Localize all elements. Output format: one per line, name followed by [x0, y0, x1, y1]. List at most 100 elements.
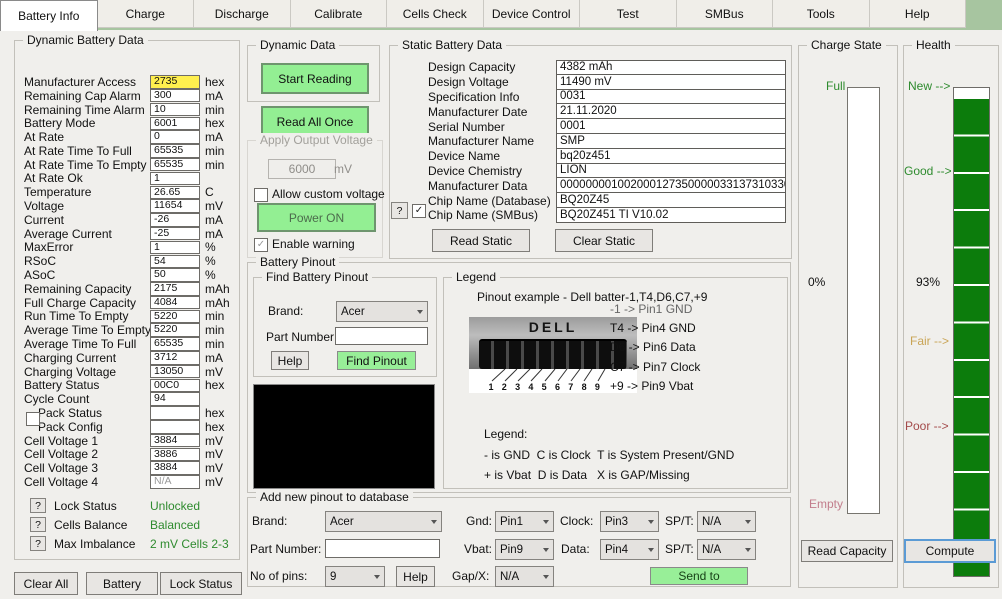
- no-of-pins-select[interactable]: 9: [325, 566, 385, 587]
- lock-status-help-button[interactable]: ?: [30, 498, 46, 513]
- manufacturer-name-input[interactable]: SMP: [556, 133, 786, 149]
- manufacturer-data-input[interactable]: 0000000010020001273500000331373103303: [556, 177, 786, 193]
- row-manufacturer-date: Manufacturer Date21.11.2020: [428, 104, 786, 119]
- clear-static-button[interactable]: Clear Static: [555, 229, 653, 252]
- tab-calibrate[interactable]: Calibrate: [291, 0, 388, 28]
- field-unit: hex: [200, 406, 224, 420]
- add-part-number-input[interactable]: [325, 539, 440, 558]
- max-imbalance-help-button[interactable]: ?: [30, 536, 46, 551]
- lock-status-button[interactable]: Lock Status: [160, 572, 242, 595]
- at-rate-time-to-full-input[interactable]: 65535: [150, 144, 200, 158]
- design-voltage-input[interactable]: 11490 mV: [556, 74, 786, 90]
- pin-number: 7: [566, 382, 576, 392]
- add-brand-select[interactable]: Acer: [325, 511, 442, 532]
- average-current-input[interactable]: -25: [150, 227, 200, 241]
- charging-voltage-input[interactable]: 13050: [150, 365, 200, 379]
- spt2-select[interactable]: N/A: [697, 539, 756, 560]
- run-time-to-empty-input[interactable]: 5220: [150, 310, 200, 324]
- tab-test[interactable]: Test: [580, 0, 677, 28]
- pack-status-input[interactable]: [150, 406, 200, 420]
- manufacturer-date-input[interactable]: 21.11.2020: [556, 103, 786, 119]
- vbat-select[interactable]: Pin9: [495, 539, 554, 560]
- remaining-cap-alarm-input[interactable]: 300: [150, 89, 200, 103]
- read-capacity-button[interactable]: Read Capacity: [801, 540, 893, 562]
- data-select[interactable]: Pin4: [600, 539, 659, 560]
- tab-discharge[interactable]: Discharge: [194, 0, 291, 28]
- find-pinout-button[interactable]: Find Pinout: [337, 351, 416, 370]
- manufacturer-access-input[interactable]: 2735: [150, 75, 200, 89]
- cycle-count-input[interactable]: 94: [150, 392, 200, 406]
- gap-x-select[interactable]: N/A: [495, 566, 554, 587]
- find-part-number-input[interactable]: [335, 327, 428, 345]
- clear-all-button[interactable]: Clear All: [14, 572, 78, 595]
- tab-help[interactable]: Help: [870, 0, 967, 28]
- average-time-to-full-input[interactable]: 65535: [150, 337, 200, 351]
- pack-config-input[interactable]: [150, 420, 200, 434]
- at-rate-ok-input[interactable]: 1: [150, 172, 200, 186]
- field-label: Serial Number: [428, 119, 556, 134]
- remaining-time-alarm-input[interactable]: 10: [150, 103, 200, 117]
- current-input[interactable]: -26: [150, 213, 200, 227]
- field-label: Average Time To Empty: [24, 323, 150, 337]
- maxerror-input[interactable]: 1: [150, 241, 200, 255]
- tab-device-control[interactable]: Device Control: [484, 0, 581, 28]
- allow-custom-voltage-checkbox[interactable]: [254, 188, 268, 202]
- device-name-input[interactable]: bq20z451: [556, 148, 786, 164]
- row-current: Current-26mA: [24, 213, 228, 227]
- enable-warning-label: Enable warning: [272, 237, 355, 251]
- send-to-button[interactable]: Send to: [650, 567, 748, 585]
- voltage-input[interactable]: 11654: [150, 199, 200, 213]
- field-label: At Rate: [24, 130, 150, 144]
- field-unit: %: [200, 240, 216, 254]
- temperature-input[interactable]: 26.65: [150, 186, 200, 200]
- serial-number-input[interactable]: 0001: [556, 118, 786, 134]
- tab-charge[interactable]: Charge: [98, 0, 195, 28]
- field-label: Manufacturer Data: [428, 178, 556, 193]
- enable-warning-checkbox[interactable]: [254, 238, 268, 252]
- clock-select[interactable]: Pin3: [600, 511, 659, 532]
- at-rate-input[interactable]: 0: [150, 130, 200, 144]
- cell-voltage-1-input[interactable]: 3884: [150, 434, 200, 448]
- power-on-button[interactable]: Power ON: [257, 203, 376, 232]
- remaining-capacity-input[interactable]: 2175: [150, 282, 200, 296]
- chevron-down-icon: [417, 310, 423, 314]
- gnd-select[interactable]: Pin1: [495, 511, 554, 532]
- find-brand-select[interactable]: Acer: [336, 301, 428, 322]
- chip-name-smbus-input[interactable]: BQ20Z451 TI V10.02: [556, 207, 786, 223]
- full-charge-capacity-input[interactable]: 4084: [150, 296, 200, 310]
- pack-status-checkbox[interactable]: [26, 412, 40, 426]
- average-time-to-empty-input[interactable]: 5220: [150, 323, 200, 337]
- chip-name-smbus-checkbox[interactable]: [412, 204, 426, 218]
- pin-number: 5: [539, 382, 549, 392]
- compute-button[interactable]: Compute: [904, 539, 996, 563]
- battery-button[interactable]: Battery: [86, 572, 158, 595]
- chip-name-database-input[interactable]: BQ20Z45: [556, 192, 786, 208]
- tab-tools[interactable]: Tools: [773, 0, 870, 28]
- cells-balance-help-button[interactable]: ?: [30, 517, 46, 532]
- battery-status-input[interactable]: 00C0: [150, 379, 200, 393]
- read-static-button[interactable]: Read Static: [432, 229, 530, 252]
- cell-voltage-3-input[interactable]: 3884: [150, 461, 200, 475]
- find-help-button[interactable]: Help: [271, 351, 309, 370]
- rsoc-input[interactable]: 54: [150, 255, 200, 269]
- at-rate-time-to-empty-input[interactable]: 65535: [150, 158, 200, 172]
- charging-current-input[interactable]: 3712: [150, 351, 200, 365]
- health-new-label: New -->: [908, 79, 950, 93]
- device-chemistry-input[interactable]: LION: [556, 163, 786, 179]
- cell-voltage-4-input[interactable]: N/A: [150, 475, 200, 489]
- battery-mode-input[interactable]: 6001: [150, 117, 200, 131]
- specification-info-input[interactable]: 0031: [556, 89, 786, 105]
- chip-name-help-button[interactable]: ?: [391, 202, 408, 219]
- spt1-select[interactable]: N/A: [697, 511, 756, 532]
- field-label: Manufacturer Date: [428, 104, 556, 119]
- tab-smbus[interactable]: SMBus: [677, 0, 774, 28]
- tab-battery-info[interactable]: Battery Info: [0, 0, 98, 31]
- asoc-input[interactable]: 50: [150, 268, 200, 282]
- add-help-button[interactable]: Help: [396, 566, 435, 587]
- start-reading-button[interactable]: Start Reading: [261, 63, 369, 94]
- field-label: Cells Balance: [54, 518, 150, 532]
- output-voltage-input[interactable]: 6000: [268, 159, 336, 179]
- design-capacity-input[interactable]: 4382 mAh: [556, 60, 786, 75]
- cell-voltage-2-input[interactable]: 3886: [150, 448, 200, 462]
- tab-cells-check[interactable]: Cells Check: [387, 0, 484, 28]
